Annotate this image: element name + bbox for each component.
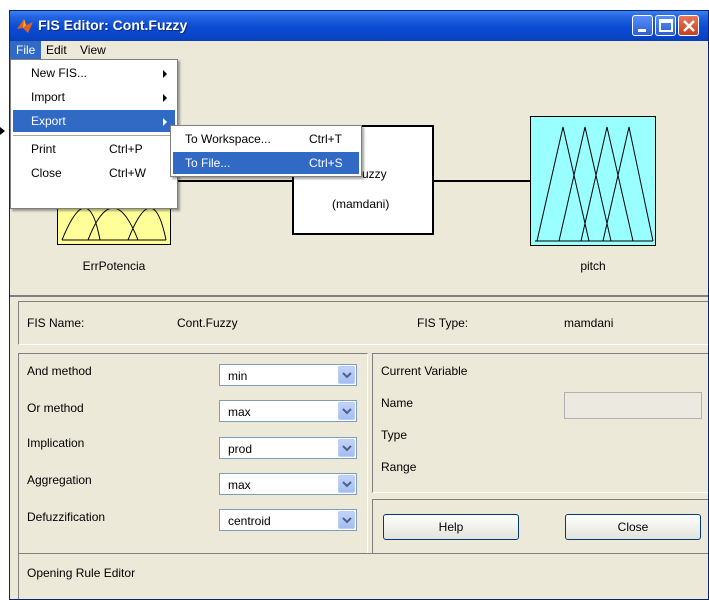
and-method-value: min — [228, 369, 248, 383]
status-panel: Opening Rule Editor — [18, 553, 708, 599]
defuzzification-select[interactable]: centroid — [219, 509, 357, 531]
defuzzification-value: centroid — [228, 514, 271, 528]
implication-select[interactable]: prod — [219, 437, 357, 459]
window-title: FIS Editor: Cont.Fuzzy — [38, 17, 188, 33]
input-connector-line — [171, 180, 294, 182]
close-window-button[interactable] — [678, 15, 699, 36]
menu-item-label: Close — [31, 166, 62, 180]
menu-item-to-workspace[interactable]: To Workspace... Ctrl+T — [173, 128, 359, 150]
or-method-select[interactable]: max — [219, 400, 357, 422]
maximize-button[interactable] — [655, 15, 676, 36]
methods-panel: And method min Or method max Implication… — [18, 353, 368, 555]
menu-item-label: Print — [31, 142, 56, 156]
chevron-down-icon — [338, 475, 355, 493]
fis-info-panel: FIS Name: Cont.Fuzzy FIS Type: mamdani — [18, 301, 708, 345]
variable-range-label: Range — [381, 460, 417, 474]
fis-type-value: mamdani — [564, 316, 614, 330]
and-method-label: And method — [27, 364, 92, 378]
variable-name-label: Name — [381, 396, 414, 410]
export-submenu: To Workspace... Ctrl+T To File... Ctrl+S — [170, 125, 362, 177]
menu-edit[interactable]: Edit — [40, 41, 73, 59]
output-variable-name: pitch — [580, 259, 606, 273]
system-type-label: (mamdani) — [332, 197, 390, 211]
defuzzification-label: Defuzzification — [27, 510, 106, 524]
submenu-arrow-icon — [163, 118, 167, 126]
submenu-pointer-arrow — [0, 127, 5, 135]
menu-view[interactable]: View — [74, 41, 112, 59]
menu-item-import[interactable]: Import — [13, 86, 175, 108]
menu-item-shortcut: Ctrl+P — [109, 142, 143, 156]
chevron-down-icon — [338, 511, 355, 529]
submenu-arrow-icon — [163, 94, 167, 102]
output-variable-box[interactable] — [530, 116, 656, 246]
system-name-label: uzzy — [362, 167, 387, 181]
buttons-panel: Help Close — [372, 499, 708, 555]
status-text: Opening Rule Editor — [27, 566, 136, 580]
menu-item-label: To Workspace... — [185, 132, 271, 146]
chevron-down-icon — [338, 439, 355, 457]
menu-bar: File Edit View — [10, 41, 708, 59]
chevron-down-icon — [338, 402, 355, 420]
implication-label: Implication — [27, 436, 85, 450]
submenu-arrow-icon — [163, 70, 167, 78]
menu-item-label: To File... — [185, 156, 231, 170]
current-variable-panel: Current Variable Name Type Range — [372, 353, 708, 493]
divider — [10, 295, 708, 297]
menu-item-label: Export — [31, 114, 66, 128]
menu-item-shortcut: Ctrl+W — [109, 166, 146, 180]
variable-type-label: Type — [381, 428, 408, 442]
fis-name-label: FIS Name: — [27, 316, 85, 330]
menu-item-label: New FIS... — [31, 66, 88, 80]
menu-item-shortcut: Ctrl+S — [309, 156, 343, 170]
title-bar[interactable]: FIS Editor: Cont.Fuzzy — [10, 11, 708, 41]
or-method-value: max — [228, 405, 251, 419]
aggregation-label: Aggregation — [27, 473, 92, 487]
menu-item-export[interactable]: Export — [13, 110, 175, 132]
help-button[interactable]: Help — [383, 514, 519, 540]
output-mf-plot — [535, 126, 654, 242]
menu-item-shortcut: Ctrl+T — [309, 132, 342, 146]
output-connector-line — [434, 180, 530, 182]
fis-type-label: FIS Type: — [417, 316, 469, 330]
minimize-button[interactable] — [632, 15, 653, 36]
file-menu: New FIS... Import Export Print Ctrl+P Cl… — [10, 59, 178, 209]
matlab-logo-icon — [16, 17, 34, 35]
menu-item-label: Import — [31, 90, 66, 104]
menu-item-to-file[interactable]: To File... Ctrl+S — [173, 152, 359, 174]
current-variable-title: Current Variable — [381, 364, 468, 378]
close-button[interactable]: Close — [565, 514, 701, 540]
chevron-down-icon — [338, 366, 355, 384]
menu-file[interactable]: File — [10, 41, 42, 59]
or-method-label: Or method — [27, 401, 84, 415]
aggregation-select[interactable]: max — [219, 473, 357, 495]
implication-value: prod — [228, 442, 253, 456]
menu-item-close[interactable]: Close Ctrl+W — [13, 162, 175, 184]
and-method-select[interactable]: min — [219, 364, 357, 386]
variable-name-field[interactable] — [564, 392, 702, 419]
fis-editor-window: FIS Editor: Cont.Fuzzy File Edit View Er… — [9, 10, 709, 600]
aggregation-value: max — [228, 478, 251, 492]
input-variable-name: ErrPotencia — [82, 259, 146, 273]
fis-name-value: Cont.Fuzzy — [177, 316, 238, 330]
menu-item-print[interactable]: Print Ctrl+P — [13, 138, 175, 160]
menu-item-new-fis[interactable]: New FIS... — [13, 62, 175, 84]
menu-separator — [13, 135, 175, 136]
